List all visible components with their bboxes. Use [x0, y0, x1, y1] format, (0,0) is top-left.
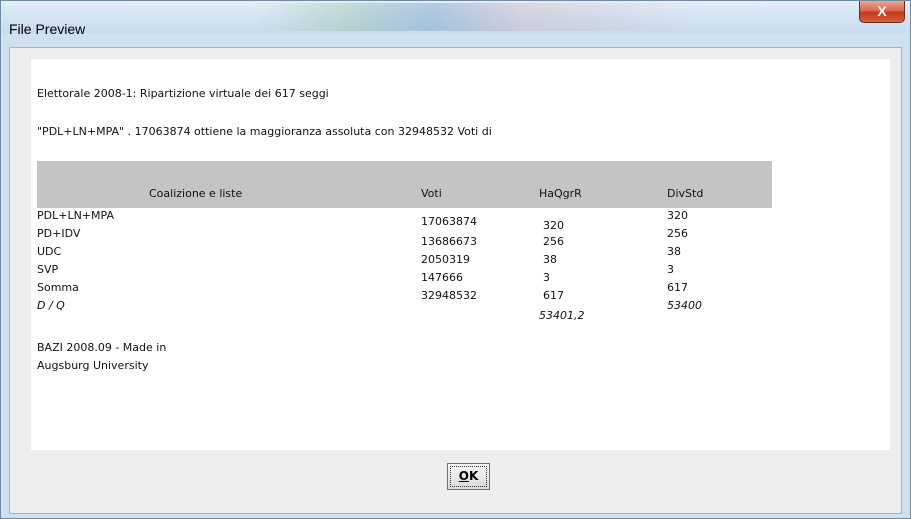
footer-credit-line1: BAZI 2008.09 - Made in — [37, 341, 167, 354]
row4-voti: 147666 — [421, 271, 463, 284]
row6-haqgrr: 53401,2 — [539, 309, 585, 322]
close-button[interactable]: X — [859, 1, 905, 23]
row3-haqgrr: 38 — [543, 253, 557, 266]
row2-voti: 13686673 — [421, 235, 477, 248]
majority-statement: "PDL+LN+MPA" . 17063874 ottiene la maggi… — [37, 125, 492, 138]
header-haqgrr: HaQgrR — [539, 187, 582, 200]
ok-button[interactable]: OK — [447, 463, 490, 490]
row5-voti: 32948532 — [421, 289, 477, 302]
row2-name: PD+IDV — [37, 227, 81, 240]
row6-divstd: 53400 — [667, 299, 702, 312]
row1-voti: 17063874 — [421, 215, 477, 228]
row4-divstd: 3 — [667, 263, 674, 276]
ok-label-rest: K — [468, 469, 479, 483]
row2-divstd: 256 — [667, 227, 688, 240]
footer-credit-line2: Augsburg University — [37, 359, 149, 372]
row1-name: PDL+LN+MPA — [37, 209, 114, 222]
row5-haqgrr: 617 — [543, 289, 564, 302]
row1-divstd: 320 — [667, 209, 688, 222]
row1-haqgrr: 320 — [543, 219, 564, 232]
title-bar-decoration — [256, 3, 696, 31]
row5-name: Somma — [37, 281, 79, 294]
header-voti: Voti — [421, 187, 442, 200]
preview-panel: Elettorale 2008-1: Ripartizione virtuale… — [31, 59, 890, 450]
report-title: Elettorale 2008-1: Ripartizione virtuale… — [37, 87, 329, 100]
row3-voti: 2050319 — [421, 253, 470, 266]
window-title: File Preview — [9, 21, 86, 37]
ok-mnemonic: O — [458, 469, 469, 483]
row3-name: UDC — [37, 245, 62, 258]
file-preview-window: File Preview X Elettorale 2008-1: Ripart… — [0, 0, 911, 519]
title-bar[interactable]: File Preview X — [1, 1, 910, 37]
table-header-band — [37, 161, 772, 208]
row5-divstd: 617 — [667, 281, 688, 294]
header-divstd: DivStd — [667, 187, 704, 200]
row4-haqgrr: 3 — [543, 271, 550, 284]
row6-name: D / Q — [37, 299, 65, 312]
row4-name: SVP — [37, 263, 59, 276]
row2-haqgrr: 256 — [543, 235, 564, 248]
row3-divstd: 38 — [667, 245, 681, 258]
header-coalizione: Coalizione e liste — [149, 187, 243, 200]
